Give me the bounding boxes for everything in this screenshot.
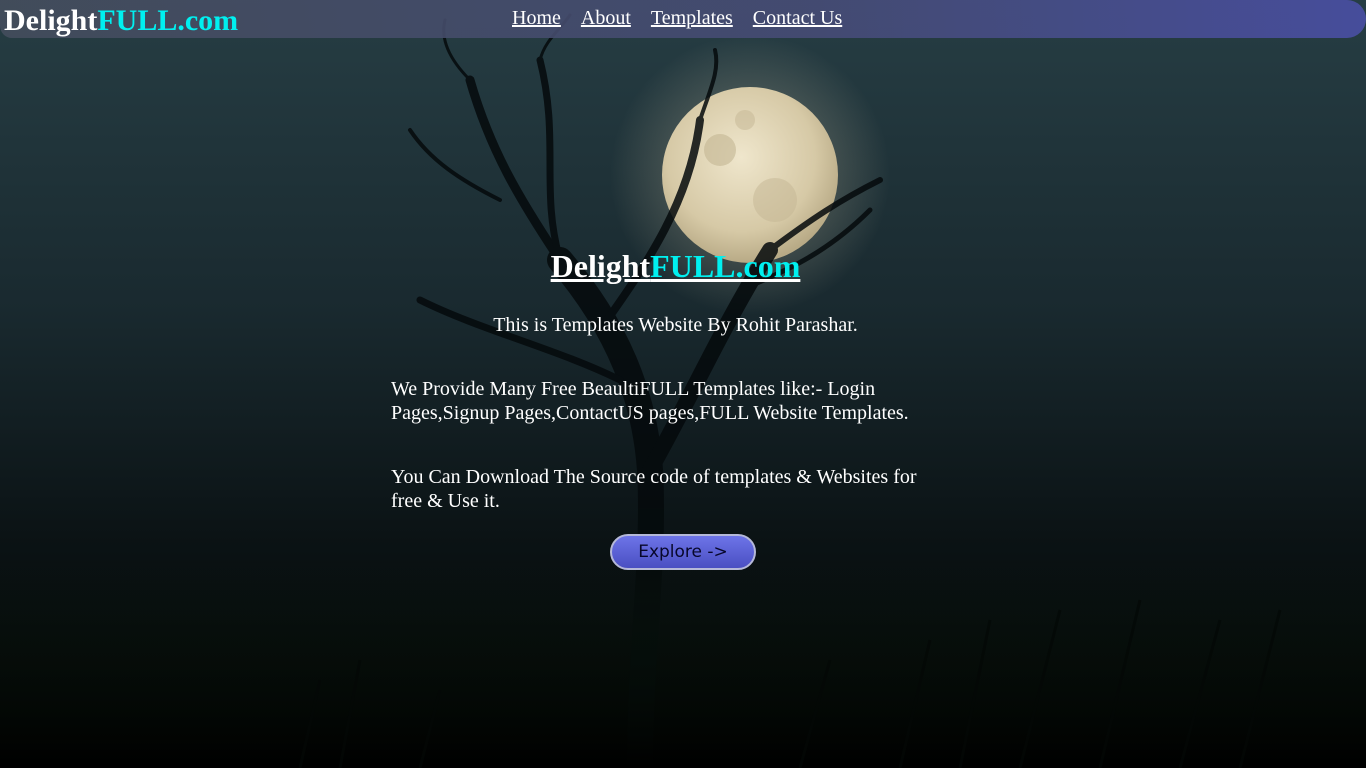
nav-links: Home About Templates Contact Us <box>512 7 842 30</box>
nav-link-contact-us[interactable]: Contact Us <box>753 7 842 30</box>
hero-title[interactable]: DelightFULL.com <box>376 248 975 284</box>
nav-link-about[interactable]: About <box>581 7 631 30</box>
hero-section: DelightFULL.com This is Templates Websit… <box>391 248 975 513</box>
nav-link-templates[interactable]: Templates <box>651 7 733 30</box>
hero-title-full-com: FULL.com <box>650 248 801 284</box>
hero-paragraph-templates: We Provide Many Free BeaultiFULL Templat… <box>391 378 909 424</box>
hero-paragraph-download: You Can Download The Source code of temp… <box>391 466 917 512</box>
brand-logo[interactable]: DelightFULL.com <box>4 2 238 40</box>
nav-link-home[interactable]: Home <box>512 7 561 30</box>
top-navbar: DelightFULL.com Home About Templates Con… <box>0 0 1366 38</box>
brand-part-full-com: FULL.com <box>97 4 239 37</box>
brand-part-delight: Delight <box>4 4 98 37</box>
explore-button[interactable]: Explore -> <box>610 534 756 570</box>
hero-title-delight: Delight <box>550 248 651 284</box>
hero-intro: This is Templates Website By Rohit Paras… <box>493 314 858 336</box>
